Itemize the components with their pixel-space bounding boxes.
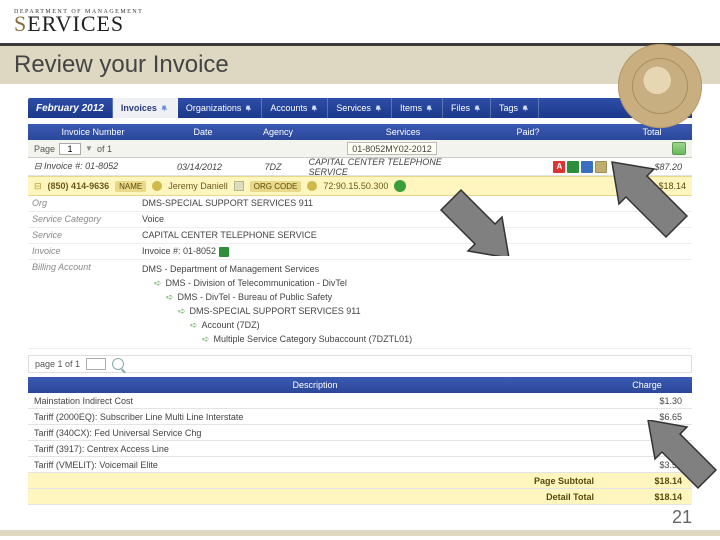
tab-files[interactable]: Files <box>443 98 491 118</box>
page-subtotal-row: Page Subtotal$18.14 <box>28 473 692 489</box>
tab-organizations[interactable]: Organizations <box>178 98 263 118</box>
go-button[interactable] <box>672 142 686 155</box>
detail-label-svc-cat: Service Category <box>32 214 142 224</box>
col-paid[interactable]: Paid? <box>498 127 558 137</box>
detail-label-billing: Billing Account <box>32 262 142 272</box>
detail-pager: page 1 of 1 <box>28 355 692 373</box>
pager-of: of 1 <box>97 144 112 154</box>
pin-icon <box>161 104 169 112</box>
dms-logo: DEPARTMENT OF MANAGEMENT SERVICES <box>14 9 143 35</box>
detail-value-invoice: Invoice #: 01-8052 <box>142 246 216 256</box>
paper-icon <box>234 181 244 191</box>
pin-icon <box>426 104 434 112</box>
nav-tabs: February 2012 Invoices Organizations Acc… <box>28 98 692 118</box>
pin-icon <box>474 104 482 112</box>
tree-arrow-icon: ➪ <box>166 292 174 303</box>
pager-bar: Page ▼ of 1 01-8052MY02-2012 <box>28 140 692 158</box>
invoice-details: OrgDMS-SPECIAL SUPPORT SERVICES 911 Serv… <box>28 196 692 349</box>
slide-title: Review your Invoice <box>14 51 229 79</box>
pager-label: Page <box>34 144 55 154</box>
tab-month[interactable]: February 2012 <box>28 98 113 118</box>
pin-icon <box>311 104 319 112</box>
tree-node[interactable]: DMS - DivTel - Bureau of Public Safety <box>178 292 333 302</box>
tree-arrow-icon: ➪ <box>178 306 186 317</box>
tree-arrow-icon: ➪ <box>154 278 162 289</box>
invoice-agency: 7DZ <box>244 162 303 172</box>
search-icon[interactable] <box>112 358 124 370</box>
tree-node[interactable]: Account (7DZ) <box>202 320 260 330</box>
tree-node[interactable]: DMS - Division of Telecommunication - Di… <box>166 278 347 288</box>
tab-services[interactable]: Services <box>328 98 392 118</box>
tab-invoices[interactable]: Invoices <box>113 98 178 118</box>
excel-icon[interactable] <box>567 161 579 173</box>
save-icon[interactable] <box>616 180 628 192</box>
tab-items[interactable]: Items <box>392 98 443 118</box>
col-agency[interactable]: Agency <box>248 127 308 137</box>
charge-row: Tariff (VMELIT): Voicemail Elite$3.50 <box>28 457 692 473</box>
copy-icon[interactable] <box>632 180 644 192</box>
footer-rule <box>0 530 720 536</box>
col-total[interactable]: Total <box>612 127 692 137</box>
invoice-id-field[interactable]: 01-8052MY02-2012 <box>347 142 437 155</box>
slide-title-band: Review your Invoice <box>0 46 720 84</box>
col-invoice-number[interactable]: Invoice Number <box>28 127 158 137</box>
charge-row: Tariff (340CX): Fed Universal Service Ch… <box>28 425 692 441</box>
account-row[interactable]: ⊟ (850) 414-9636 NAME Jeremy Daniell ORG… <box>28 176 692 196</box>
tree-arrow-icon: ➪ <box>190 320 198 331</box>
detail-pager-input[interactable] <box>86 358 106 370</box>
charge-row: Tariff (2000EQ): Subscriber Line Multi L… <box>28 409 692 425</box>
account-amount: $18.14 <box>658 181 686 191</box>
col-description[interactable]: Description <box>28 380 602 390</box>
slide-header: DEPARTMENT OF MANAGEMENT SERVICES <box>0 0 720 46</box>
tree-arrow-icon: ➪ <box>202 334 210 345</box>
col-date[interactable]: Date <box>158 127 248 137</box>
detail-value-service: CAPITAL CENTER TELEPHONE SERVICE <box>142 230 688 240</box>
detail-pager-text: page 1 of 1 <box>35 359 80 369</box>
logo-wordmark: SERVICES <box>14 13 143 35</box>
invoice-number: Invoice #: 01-8052 <box>44 161 118 171</box>
tree-node[interactable]: Multiple Service Category Subaccount (7D… <box>214 334 413 344</box>
charge-row: Mainstation Indirect Cost$1.30 <box>28 393 692 409</box>
org-icon <box>307 181 317 191</box>
detail-label-invoice: Invoice <box>32 246 142 256</box>
copy-icon[interactable] <box>595 161 607 173</box>
invoice-total: $87.20 <box>613 162 692 172</box>
tree-node[interactable]: DMS-SPECIAL SUPPORT SERVICES 911 <box>190 306 361 316</box>
detail-label-service: Service <box>32 230 142 240</box>
billing-tree: DMS - Department of Management Services … <box>142 262 688 346</box>
pdf-icon[interactable] <box>553 161 565 173</box>
save-icon[interactable] <box>581 161 593 173</box>
invoice-link-icon[interactable] <box>219 247 229 257</box>
state-seal-icon <box>618 44 702 128</box>
pager-page-input[interactable] <box>59 143 81 155</box>
account-phone: (850) 414-9636 <box>48 181 110 191</box>
col-services[interactable]: Services <box>308 127 498 137</box>
person-icon <box>152 181 162 191</box>
detail-label-org: Org <box>32 198 142 208</box>
charge-row: Tariff (3917): Centrex Access Line$6.19 <box>28 441 692 457</box>
pin-icon <box>375 104 383 112</box>
detail-total-row: Detail Total$18.14 <box>28 489 692 505</box>
refresh-icon[interactable] <box>394 180 406 192</box>
orgcode-chip: ORG CODE <box>250 181 302 192</box>
tab-tags[interactable]: Tags <box>491 98 539 118</box>
invoice-date: 03/14/2012 <box>155 162 243 172</box>
detail-value-svc-cat: Voice <box>142 214 688 224</box>
pin-icon <box>245 104 253 112</box>
account-name: Jeremy Daniell <box>168 181 228 191</box>
slide-page-number: 21 <box>672 507 692 528</box>
col-charge[interactable]: Charge <box>602 380 692 390</box>
charges-header: Description Charge <box>28 377 692 393</box>
invoice-column-header: Invoice Number Date Agency Services Paid… <box>28 124 692 140</box>
tab-accounts[interactable]: Accounts <box>262 98 328 118</box>
invoice-service: CAPITAL CENTER TELEPHONE SERVICE <box>303 157 489 177</box>
invoice-summary-row[interactable]: ⊟ Invoice #: 01-8052 03/14/2012 7DZ CAPI… <box>28 158 692 176</box>
detail-value-org: DMS-SPECIAL SUPPORT SERVICES 911 <box>142 198 688 208</box>
name-chip: NAME <box>115 181 146 192</box>
pin-icon <box>522 104 530 112</box>
account-orgcode: 72:90.15.50.300 <box>323 181 388 191</box>
tree-node[interactable]: DMS - Department of Management Services <box>142 264 319 274</box>
